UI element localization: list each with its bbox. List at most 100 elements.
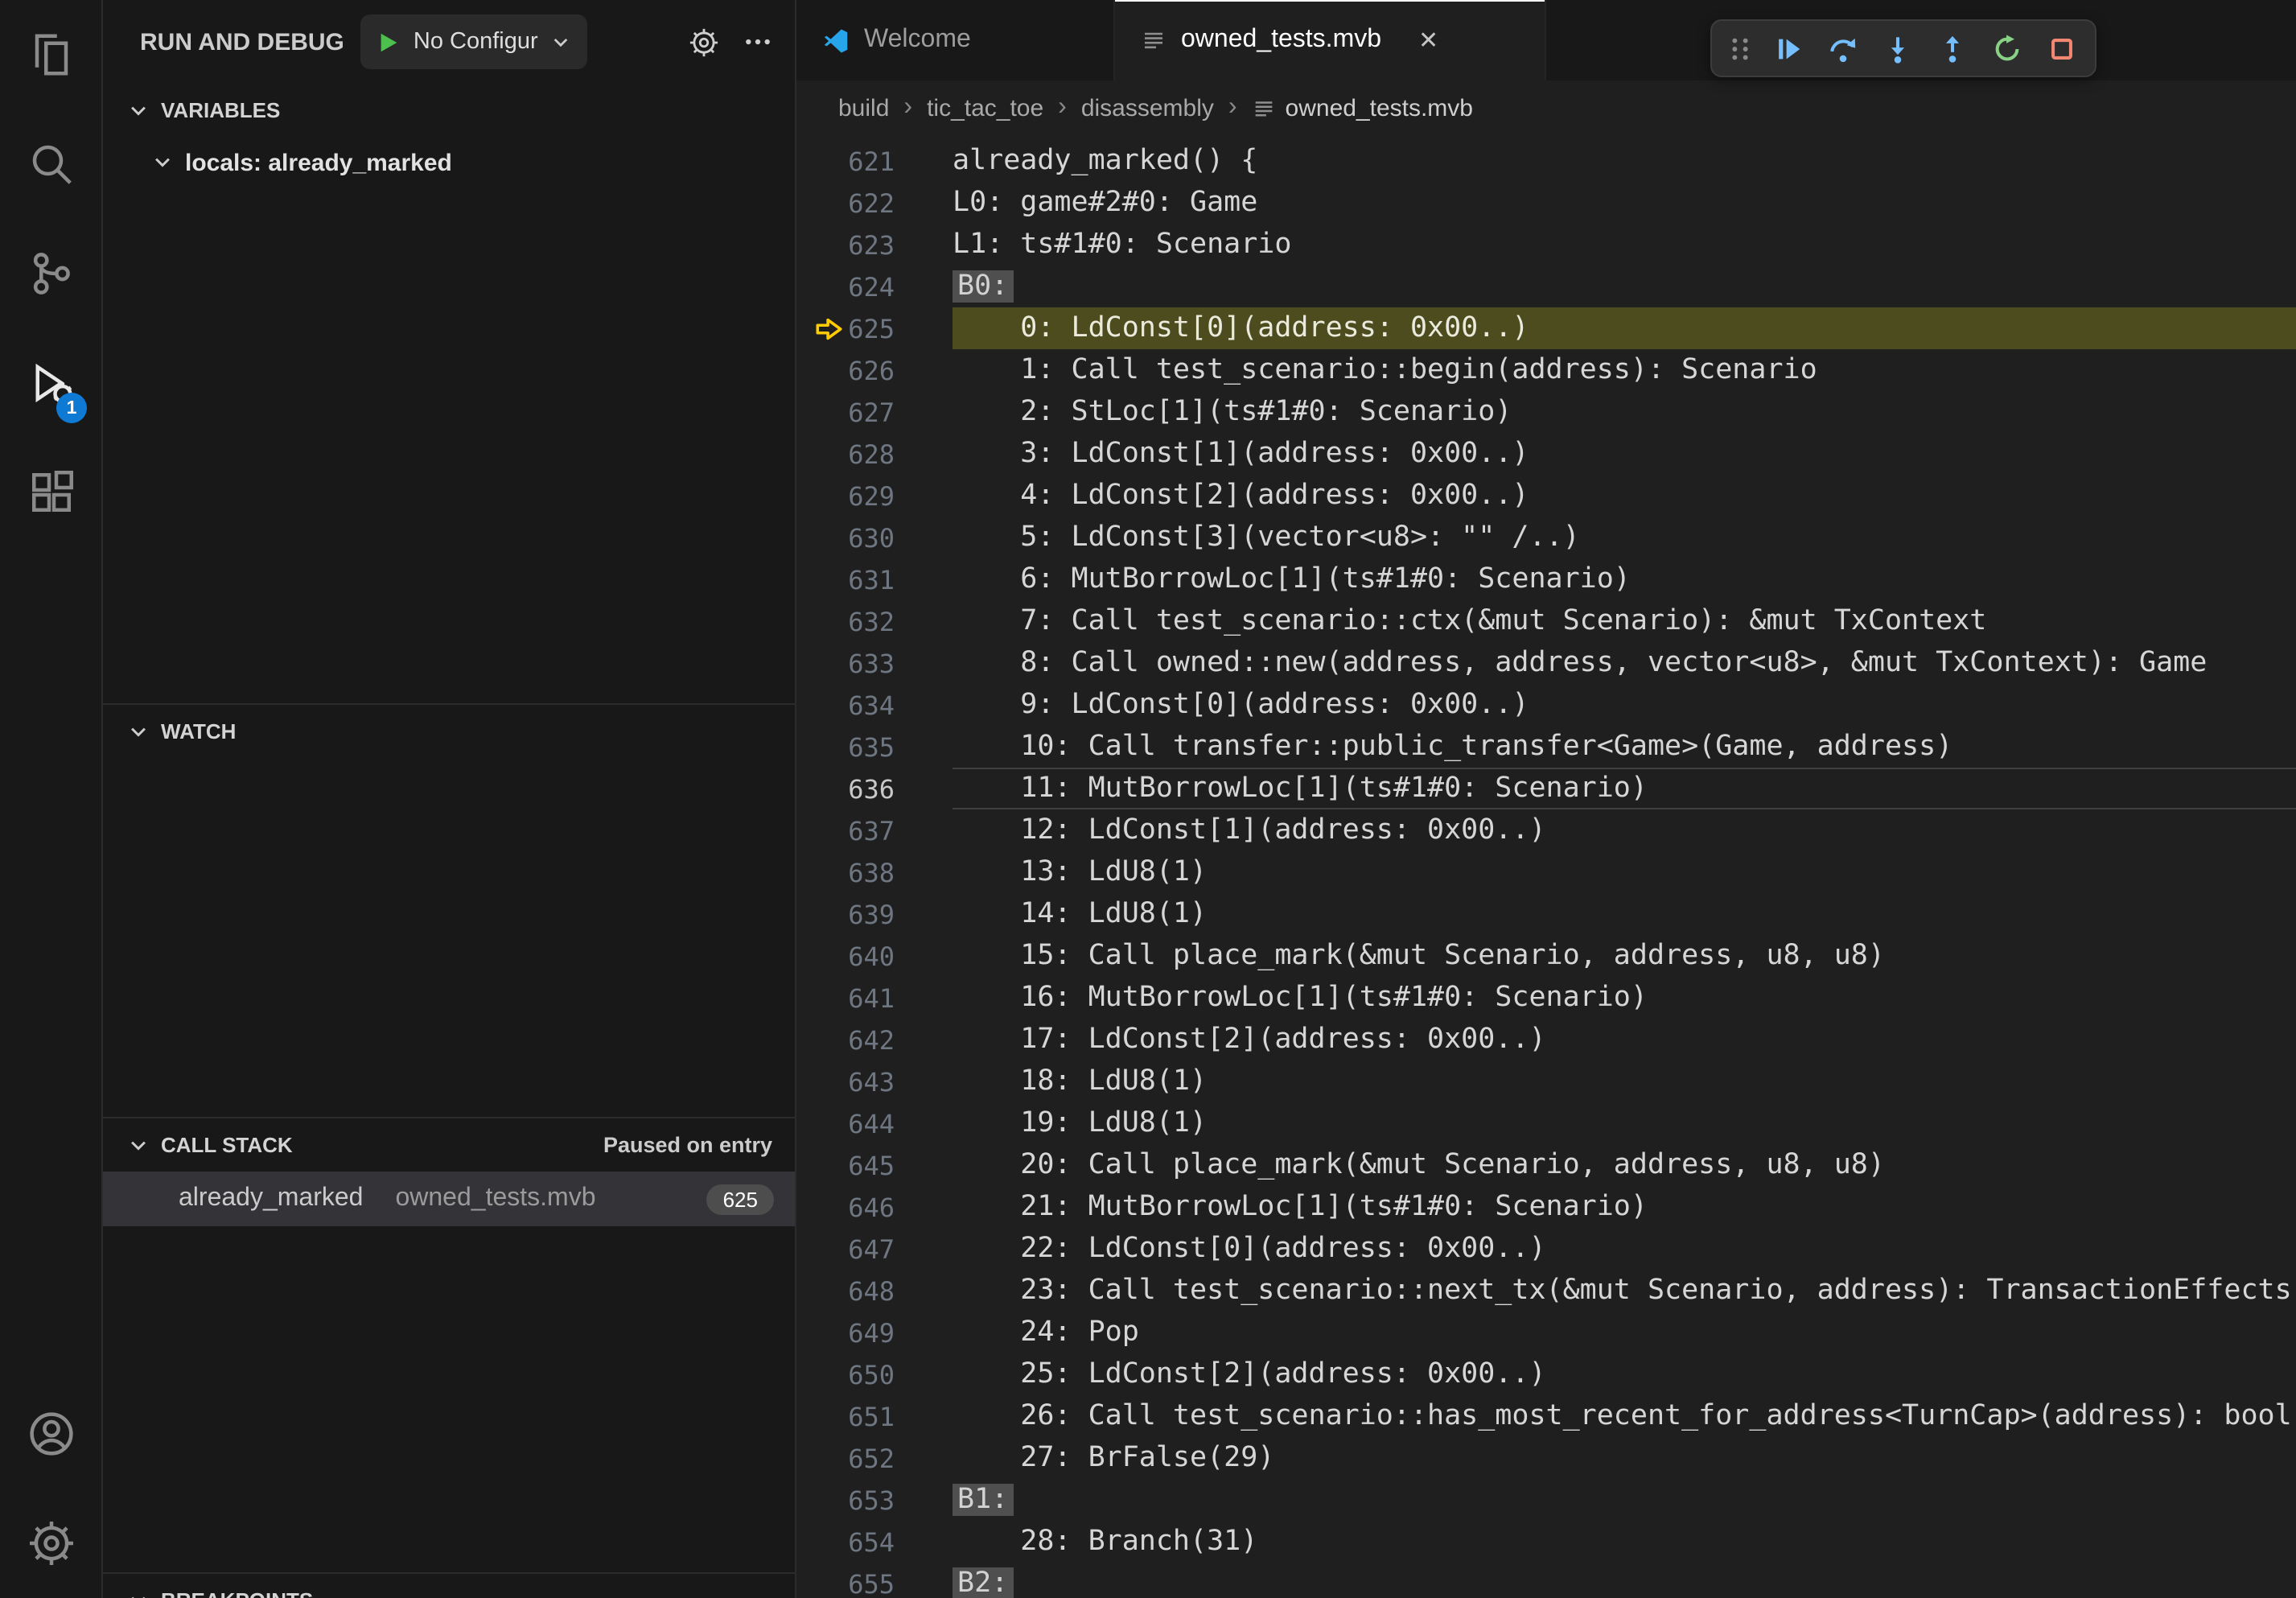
line-number[interactable]: 641 — [848, 982, 895, 1013]
code-line-text[interactable]: 1: Call test_scenario::begin(address): S… — [953, 349, 2296, 391]
line-number[interactable]: 645 — [848, 1150, 895, 1180]
breakpoint-gutter[interactable] — [809, 438, 848, 470]
section-header-variables[interactable]: VARIABLES — [103, 84, 795, 137]
breakpoint-gutter[interactable] — [809, 1316, 848, 1349]
variables-scope-locals[interactable]: locals: already_marked — [103, 137, 795, 188]
breakpoint-gutter[interactable] — [809, 772, 848, 805]
close-icon[interactable]: ✕ — [1418, 26, 1438, 55]
breakpoint-gutter[interactable] — [809, 1484, 848, 1516]
code-line-text[interactable]: 7: Call test_scenario::ctx(&mut Scenario… — [953, 600, 2296, 642]
breadcrumb-item[interactable]: build — [838, 94, 889, 121]
breakpoint-gutter[interactable] — [809, 689, 848, 721]
code-line-text[interactable]: L0: game#2#0: Game — [953, 182, 2296, 224]
line-number[interactable]: 644 — [848, 1108, 895, 1139]
section-header-breakpoints[interactable]: BREAKPOINTS — [103, 1574, 795, 1598]
code-line-text[interactable]: B1: — [953, 1479, 2296, 1521]
line-number[interactable]: 640 — [848, 941, 895, 971]
continue-icon[interactable] — [1760, 24, 1815, 72]
breakpoint-gutter[interactable] — [809, 898, 848, 930]
tab-welcome[interactable]: Welcome — [796, 0, 1115, 80]
line-number[interactable]: 634 — [848, 690, 895, 720]
call-stack-frame[interactable]: already_marked owned_tests.mvb 625 — [103, 1172, 795, 1226]
breadcrumb-item[interactable]: owned_tests.mvb — [1252, 94, 1473, 121]
breakpoint-gutter[interactable] — [809, 354, 848, 386]
line-number[interactable]: 654 — [848, 1526, 895, 1557]
line-number[interactable]: 631 — [848, 564, 895, 595]
step-over-icon[interactable] — [1815, 24, 1870, 72]
line-number[interactable]: 635 — [848, 731, 895, 762]
section-header-call-stack[interactable]: CALL STACK Paused on entry — [103, 1118, 795, 1172]
breakpoint-gutter[interactable] — [809, 940, 848, 972]
breakpoint-gutter[interactable] — [809, 1567, 848, 1598]
line-number[interactable]: 636 — [848, 773, 895, 804]
line-number[interactable]: 646 — [848, 1192, 895, 1222]
code-line-text[interactable]: 12: LdConst[1](address: 0x00..) — [953, 809, 2296, 851]
debug-settings-gear-icon[interactable] — [689, 27, 719, 57]
code-line-text[interactable]: L1: ts#1#0: Scenario — [953, 224, 2296, 266]
account-icon[interactable] — [0, 1379, 101, 1489]
code-line-text[interactable]: 17: LdConst[2](address: 0x00..) — [953, 1019, 2296, 1061]
code-line-text[interactable]: 27: BrFalse(29) — [953, 1437, 2296, 1479]
tab-owned-tests[interactable]: owned_tests.mvb ✕ — [1115, 0, 1546, 80]
code-line-text[interactable]: 6: MutBorrowLoc[1](ts#1#0: Scenario) — [953, 558, 2296, 600]
line-number[interactable]: 622 — [848, 187, 895, 218]
code-line-text[interactable]: 14: LdU8(1) — [953, 893, 2296, 935]
source-control-icon[interactable] — [0, 219, 101, 328]
code-line-text[interactable]: 18: LdU8(1) — [953, 1061, 2296, 1102]
paused-arrow-gutter[interactable] — [809, 312, 848, 344]
extensions-icon[interactable] — [0, 438, 101, 547]
line-number[interactable]: 628 — [848, 439, 895, 469]
code-line-text[interactable]: 10: Call transfer::public_transfer<Game>… — [953, 726, 2296, 768]
stop-icon[interactable] — [2034, 24, 2088, 72]
breakpoint-gutter[interactable] — [809, 396, 848, 428]
line-number[interactable]: 621 — [848, 146, 895, 176]
code-line-text[interactable]: 11: MutBorrowLoc[1](ts#1#0: Scenario) — [953, 768, 2296, 809]
breadcrumb-item[interactable]: disassembly — [1081, 94, 1214, 121]
step-out-icon[interactable] — [1924, 24, 1979, 72]
line-number[interactable]: 638 — [848, 857, 895, 888]
breakpoint-gutter[interactable] — [809, 1065, 848, 1098]
code-line-text[interactable]: 23: Call test_scenario::next_tx(&mut Sce… — [953, 1270, 2296, 1312]
toolbar-drag-handle-icon[interactable] — [1718, 24, 1760, 72]
breakpoint-gutter[interactable] — [809, 270, 848, 303]
line-number[interactable]: 630 — [848, 522, 895, 553]
explorer-icon[interactable] — [0, 0, 101, 109]
breakpoint-gutter[interactable] — [809, 647, 848, 679]
line-number[interactable]: 647 — [848, 1234, 895, 1264]
breakpoint-gutter[interactable] — [809, 480, 848, 512]
line-number[interactable]: 650 — [848, 1359, 895, 1390]
line-number[interactable]: 639 — [848, 899, 895, 929]
code-line-text[interactable]: B0: — [953, 266, 2296, 307]
run-and-debug-icon[interactable]: 1 — [0, 328, 101, 438]
breakpoint-gutter[interactable] — [809, 229, 848, 261]
line-number[interactable]: 643 — [848, 1066, 895, 1097]
line-number[interactable]: 623 — [848, 229, 895, 260]
breakpoint-gutter[interactable] — [809, 814, 848, 846]
code-line-text[interactable]: 22: LdConst[0](address: 0x00..) — [953, 1228, 2296, 1270]
code-line-text[interactable]: 5: LdConst[3](vector<u8>: "" /..) — [953, 517, 2296, 558]
code-line-text[interactable]: already_marked() { — [953, 140, 2296, 182]
code-line-text[interactable]: 21: MutBorrowLoc[1](ts#1#0: Scenario) — [953, 1186, 2296, 1228]
code-line-text[interactable]: 28: Branch(31) — [953, 1521, 2296, 1563]
breakpoint-gutter[interactable] — [809, 1023, 848, 1056]
line-number[interactable]: 651 — [848, 1401, 895, 1431]
code-line-text[interactable]: 26: Call test_scenario::has_most_recent_… — [953, 1395, 2296, 1437]
code-line-text[interactable]: 16: MutBorrowLoc[1](ts#1#0: Scenario) — [953, 977, 2296, 1019]
breakpoint-gutter[interactable] — [809, 982, 848, 1014]
breakpoint-gutter[interactable] — [809, 1526, 848, 1558]
breakpoint-gutter[interactable] — [809, 521, 848, 554]
line-number[interactable]: 627 — [848, 397, 895, 427]
section-header-watch[interactable]: WATCH — [103, 705, 795, 758]
code-line-text[interactable]: 15: Call place_mark(&mut Scenario, addre… — [953, 935, 2296, 977]
line-number[interactable]: 655 — [848, 1568, 895, 1598]
breakpoint-gutter[interactable] — [809, 1233, 848, 1265]
breakpoint-gutter[interactable] — [809, 1107, 848, 1139]
search-icon[interactable] — [0, 109, 101, 219]
breakpoint-gutter[interactable] — [809, 1191, 848, 1223]
code-line-text[interactable]: 8: Call owned::new(address, address, vec… — [953, 642, 2296, 684]
breakpoint-gutter[interactable] — [809, 1400, 848, 1432]
debug-config-dropdown[interactable]: No Configur — [360, 14, 588, 69]
more-actions-icon[interactable] — [743, 27, 772, 56]
line-number[interactable]: 642 — [848, 1024, 895, 1055]
code-line-text[interactable]: 19: LdU8(1) — [953, 1102, 2296, 1144]
